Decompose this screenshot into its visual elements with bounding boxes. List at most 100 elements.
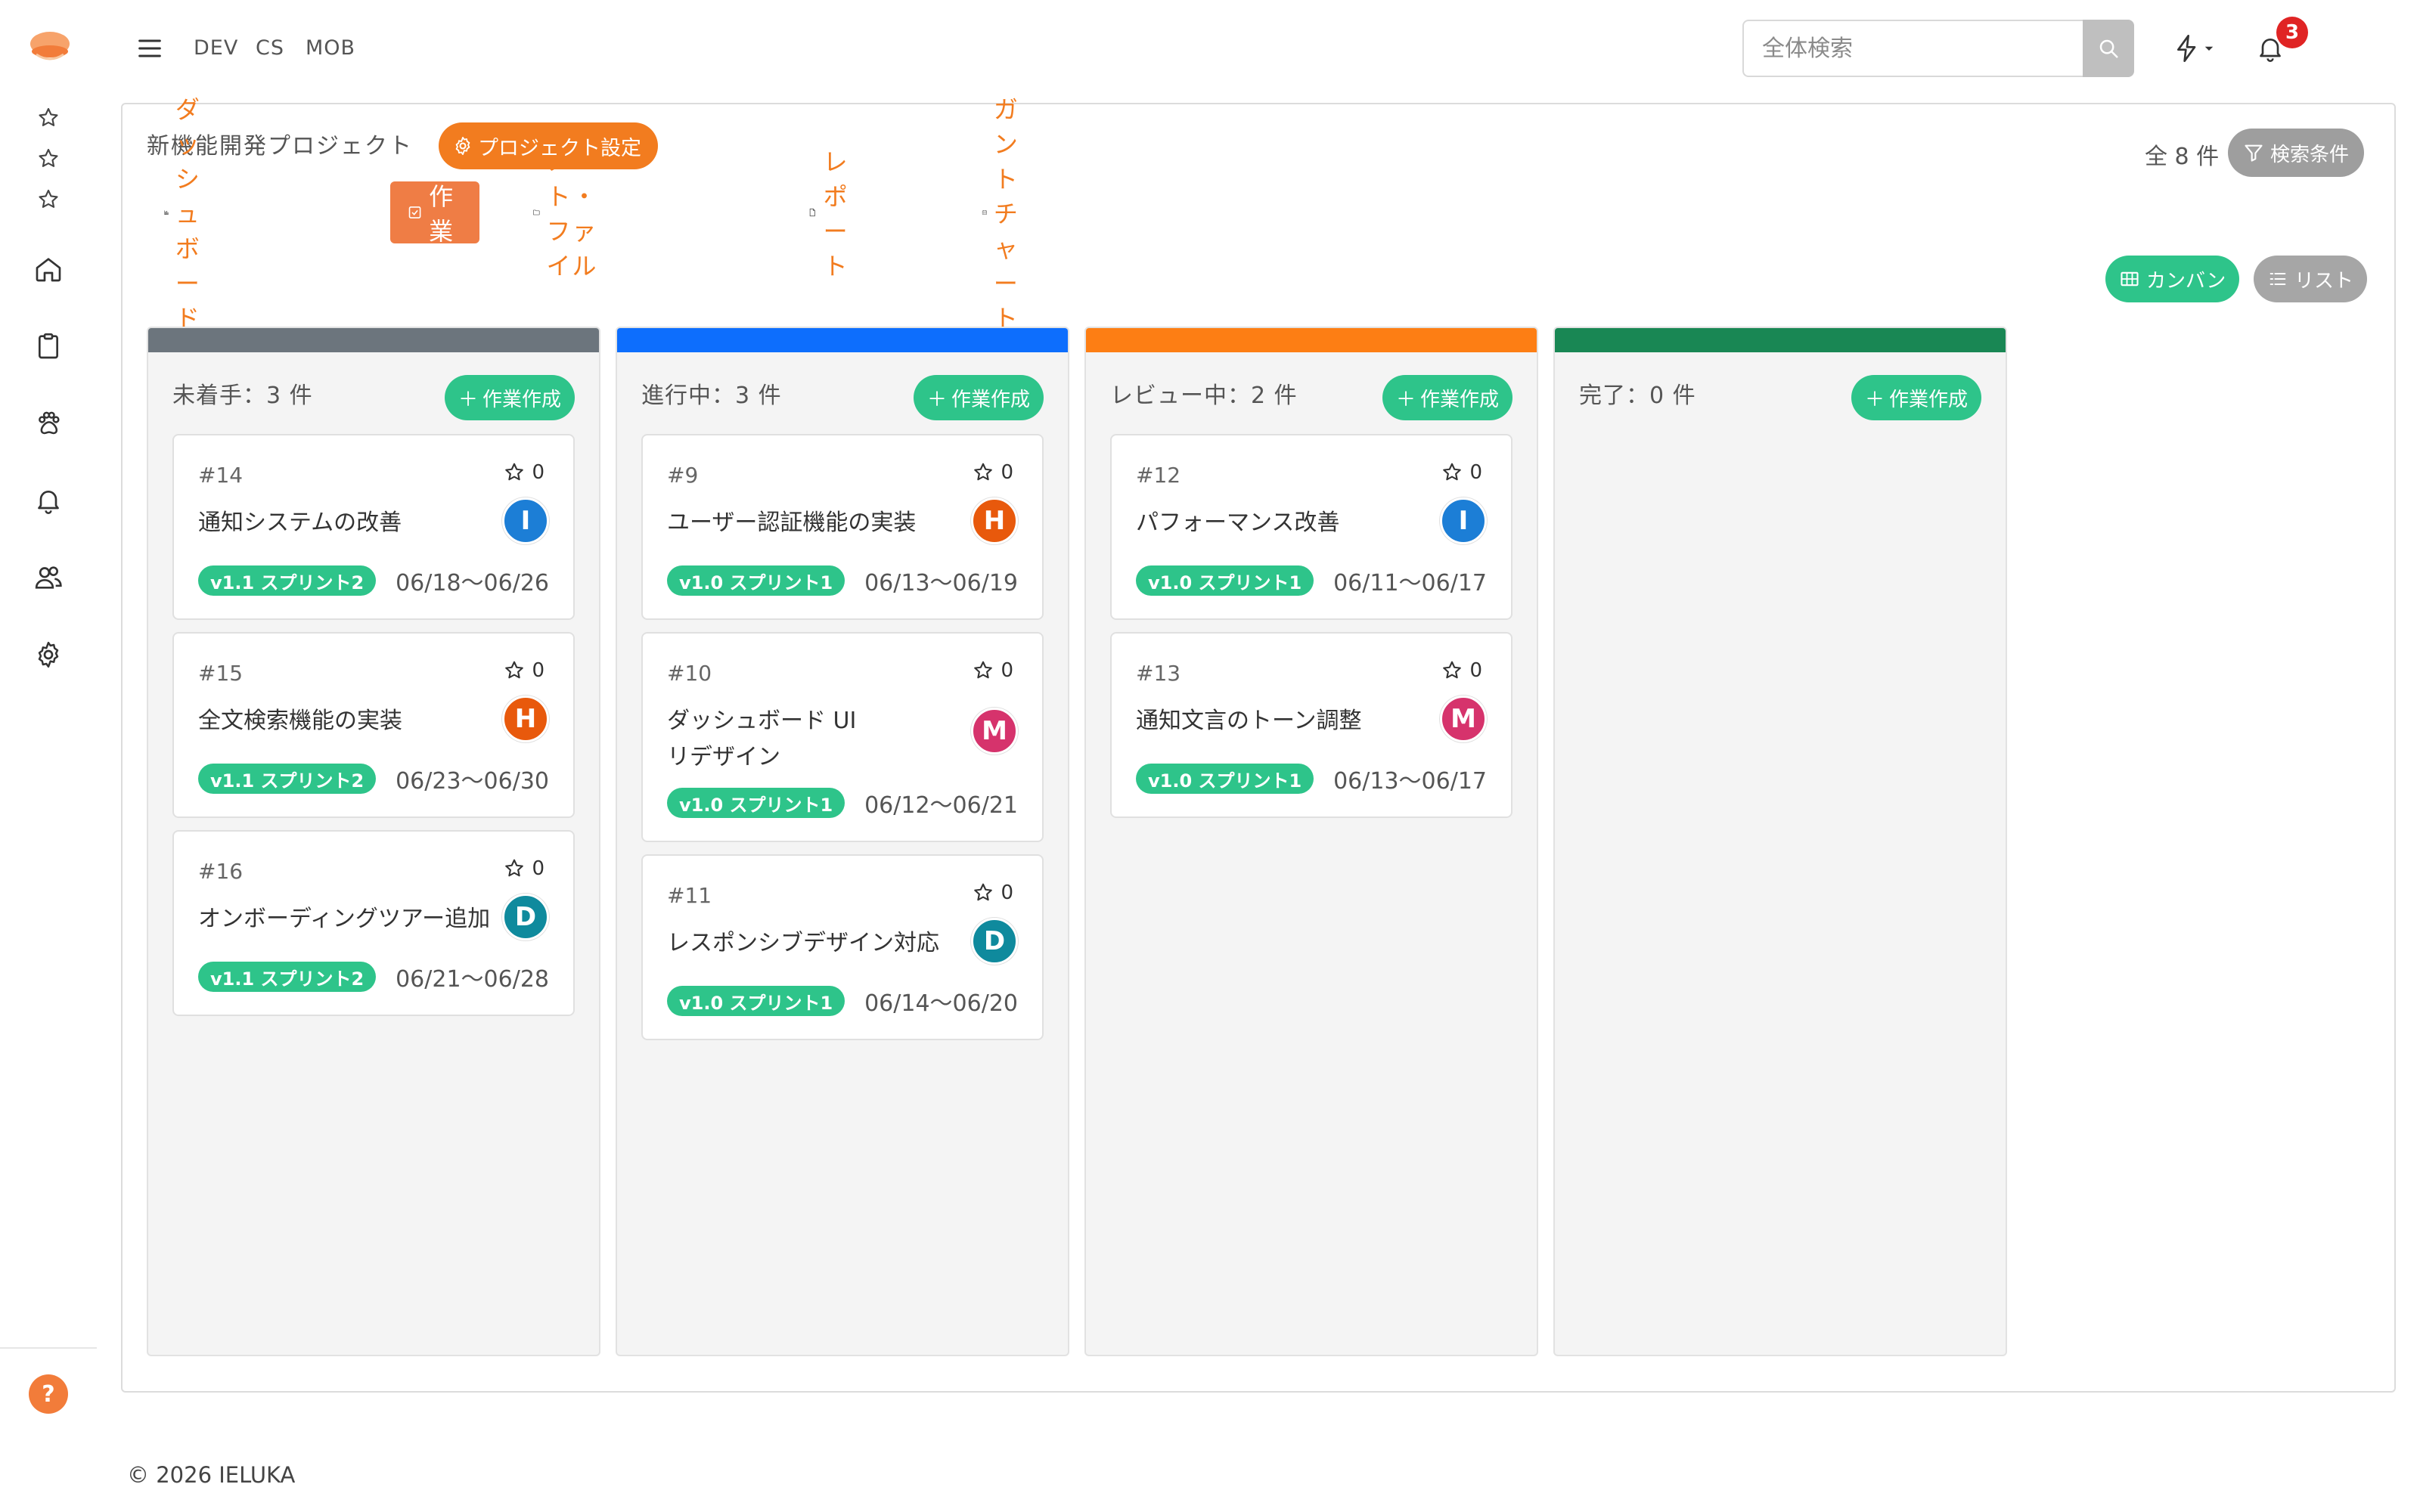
sprint-tag: v1.0 スプリント1	[667, 788, 845, 818]
assignee-avatar: M	[1440, 696, 1487, 742]
create-task-button[interactable]: ＋作業作成	[913, 375, 1044, 420]
task-card[interactable]: #12 0 パフォーマンス改善 I v1.0 スプリント1 06/11〜06/1…	[1110, 434, 1512, 620]
create-task-button[interactable]: ＋作業作成	[1851, 375, 1981, 420]
bell-icon[interactable]	[30, 482, 67, 519]
assignee-avatar: H	[971, 497, 1018, 544]
task-star[interactable]: 0	[972, 881, 1013, 904]
menu-icon[interactable]	[135, 33, 165, 64]
column-status-bar	[1555, 328, 2006, 352]
create-task-label: 作業作成	[482, 388, 561, 411]
column-status-bar	[148, 328, 599, 352]
task-dates: 06/21〜06/28	[396, 966, 549, 993]
search-filter-button[interactable]: 検索条件	[2228, 129, 2365, 177]
assignee-avatar: I	[1440, 497, 1487, 544]
favorite-star-icon[interactable]	[30, 181, 67, 218]
task-star[interactable]: 0	[503, 461, 544, 484]
task-title: 通知文言のトーン調整	[1136, 708, 1362, 734]
task-dates: 06/12〜06/21	[864, 792, 1018, 819]
favorite-star-icon[interactable]	[30, 141, 67, 177]
task-card[interactable]: #16 0 オンボーディングツアー追加 D v1.1 スプリント2 06/21〜…	[172, 830, 575, 1016]
global-search-input[interactable]	[1742, 20, 2083, 77]
task-star[interactable]: 0	[972, 461, 1013, 484]
task-dates: 06/14〜06/20	[864, 990, 1018, 1017]
quick-action-dropdown[interactable]	[2166, 27, 2222, 70]
task-star[interactable]: 0	[1441, 659, 1482, 682]
sprint-tag: v1.0 スプリント1	[1136, 565, 1314, 596]
tab-notes-files[interactable]: ノート・ファイル	[516, 147, 631, 280]
star-icon	[974, 661, 993, 679]
task-number: #11	[667, 883, 712, 908]
column-title: 完了：0 件	[1579, 383, 1696, 409]
column-status-bar	[617, 328, 1068, 352]
task-dates: 06/18〜06/26	[396, 570, 549, 596]
kanban-view-label: カンバン	[2146, 269, 2226, 293]
kanban-view-button[interactable]: カンバン	[2105, 256, 2240, 302]
list-view-button[interactable]: リスト	[2254, 256, 2368, 302]
home-icon[interactable]	[30, 251, 67, 287]
plus-icon: ＋	[458, 388, 478, 411]
sidebar: ?	[0, 0, 97, 1512]
task-title: オンボーディングツアー追加	[198, 906, 491, 932]
plus-icon: ＋	[1864, 388, 1885, 411]
tab-label: ダッシュボード	[175, 95, 201, 333]
task-card[interactable]: #9 0 ユーザー認証機能の実装 H v1.0 スプリント1 06/13〜06/…	[641, 434, 1044, 620]
star-count: 0	[1001, 881, 1013, 904]
task-number: #12	[1136, 463, 1181, 488]
star-count: 0	[532, 857, 544, 880]
project-link-dev[interactable]: DEV	[194, 36, 238, 60]
app-logo[interactable]	[29, 29, 71, 65]
gear-icon[interactable]	[30, 637, 67, 673]
clipboard-icon[interactable]	[30, 328, 67, 364]
task-title: 通知システムの改善	[198, 510, 402, 536]
tab-label: 作業	[429, 182, 455, 246]
project-link-cs[interactable]: CS	[256, 36, 284, 60]
caret-down-icon	[2204, 46, 2214, 51]
kanban-column-done: 完了：0 件 ＋作業作成	[1553, 327, 2007, 1356]
tab-gantt-chart[interactable]: ガントチャート	[965, 95, 1054, 333]
paw-icon[interactable]	[30, 405, 67, 442]
task-card[interactable]: #14 0 通知システムの改善 I v1.1 スプリント2 06/18〜06/2…	[172, 434, 575, 620]
star-count: 0	[1001, 659, 1013, 682]
users-icon[interactable]	[30, 559, 67, 596]
search-icon	[2099, 39, 2118, 58]
star-icon	[505, 661, 524, 679]
search-button[interactable]	[2083, 20, 2134, 77]
grid-icon	[2121, 271, 2139, 287]
task-title: ユーザー認証機能の実装	[667, 510, 917, 536]
project-link-mob[interactable]: MOB	[306, 36, 355, 60]
sprint-tag: v1.1 スプリント2	[198, 962, 377, 992]
sprint-tag: v1.0 スプリント1	[667, 986, 845, 1016]
task-card[interactable]: #15 0 全文検索機能の実装 H v1.1 スプリント2 06/23〜06/3…	[172, 632, 575, 818]
tab-tasks[interactable]: 作業	[390, 181, 480, 246]
help-button[interactable]: ?	[29, 1374, 68, 1414]
tab-reports[interactable]: レポート	[791, 147, 880, 280]
task-card[interactable]: #13 0 通知文言のトーン調整 M v1.0 スプリント1 06/13〜06/…	[1110, 632, 1512, 818]
kanban-column-todo: 未着手：3 件 ＋作業作成 #14 0 通知システムの改善 I v1.1 スプリ…	[147, 327, 600, 1356]
star-icon	[974, 883, 993, 901]
file-icon	[809, 208, 815, 217]
task-star[interactable]: 0	[972, 659, 1013, 682]
favorite-star-icon[interactable]	[30, 100, 67, 136]
task-title: ダッシュボード UIリデザイン	[667, 708, 857, 770]
kanban-column-review: レビュー中：2 件 ＋作業作成 #12 0 パフォーマンス改善 I v1.0 ス…	[1084, 327, 1538, 1356]
star-count: 0	[532, 461, 544, 484]
tab-dashboard[interactable]: ダッシュボード	[147, 95, 236, 333]
task-card[interactable]: #11 0 レスポンシブデザイン対応 D v1.0 スプリント1 06/14〜0…	[641, 854, 1044, 1040]
star-count: 0	[1469, 461, 1482, 484]
task-star[interactable]: 0	[503, 857, 544, 880]
task-title: 全文検索機能の実装	[198, 708, 402, 734]
kanban-column-in-progress: 進行中：3 件 ＋作業作成 #9 0 ユーザー認証機能の実装 H v1.0 スプ…	[616, 327, 1069, 1356]
plus-icon: ＋	[1395, 388, 1416, 411]
column-title: レビュー中：2 件	[1110, 383, 1298, 409]
task-number: #15	[198, 661, 244, 686]
task-star[interactable]: 0	[1441, 461, 1482, 484]
create-task-button[interactable]: ＋作業作成	[444, 375, 575, 420]
task-title: レスポンシブデザイン対応	[667, 930, 939, 956]
task-card[interactable]: #10 0 ダッシュボード UIリデザイン M v1.0 スプリント1 06/1…	[641, 632, 1044, 842]
task-number: #13	[1136, 661, 1181, 686]
create-task-button[interactable]: ＋作業作成	[1382, 375, 1512, 420]
task-dates: 06/13〜06/19	[864, 570, 1018, 596]
task-star[interactable]: 0	[503, 659, 544, 682]
footer-copyright: © 2026 IELUKA	[127, 1462, 296, 1488]
project-panel: 新機能開発プロジェクト プロジェクト設定 全 8 件 検索条件 ダッシュボード …	[121, 95, 2396, 1393]
